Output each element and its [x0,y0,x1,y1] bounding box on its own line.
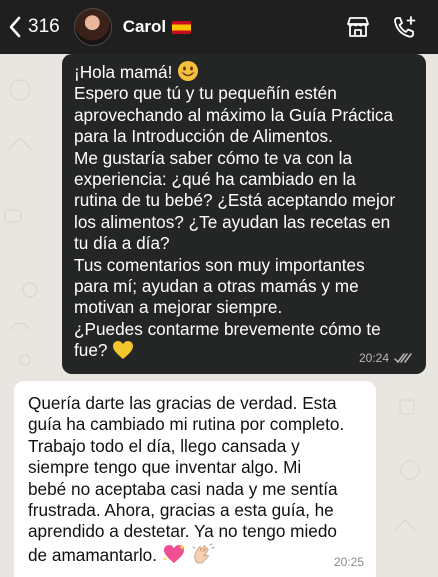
message-line: bebé no aceptaba casi nada y me sentía [28,478,338,499]
message-line: los alimentos? ¿Te ayudan las recetas en [74,211,391,232]
message-line: tu día a día? [74,233,170,254]
add-call-icon[interactable] [392,15,418,39]
store-icon[interactable] [346,16,370,38]
message-line: aprendido a destetar. Ya no tengo miedo [28,521,337,542]
smiling-face-emoji-icon [178,61,199,81]
chevron-left-icon [9,16,21,38]
contact-name[interactable]: Carol [123,17,166,37]
contact-avatar[interactable] [73,8,112,46]
message-line: Quería darte las gracias de verdad. Esta [28,393,337,413]
unread-count: 316 [28,16,60,37]
message-line: motivan a mejorar siempre. [74,297,283,318]
sent-message-bubble[interactable]: ¡Hola mamá! Espero que tú y tu pequeñín … [62,54,426,374]
message-line-text: fue? [74,340,108,361]
spain-flag-icon [172,20,192,34]
message-line: aprovechando al máximo la Guía Práctica [74,104,394,125]
message-line: experiencia: ¿qué ha cambiado en la [74,169,356,190]
message-line: Me gustaría saber cómo te va con la [74,147,353,168]
message-line: frustrada. Ahora, gracias a esta guía, h… [28,500,334,521]
message-time: 20:24 [358,350,389,365]
message-line: de amamantarlo. [28,543,364,566]
received-message-bubble[interactable]: Quería darte las gracias de verdad. Esta… [14,381,376,577]
sent-message-meta: 20:24 [359,348,412,369]
message-line: siempre tengo que inventar algo. Mi [28,457,302,478]
sparkling-heart-emoji-icon [162,543,185,563]
back-button[interactable]: 316 [8,16,60,38]
message-line: Tus comentarios son muy importantes [74,254,365,275]
message-line-text: ¡Hola mamá! [74,62,173,82]
message-line: ¡Hola mamá! [74,60,416,83]
message-line: para mí; ayudan a otras mamás y me [74,276,359,297]
message-line: guía ha cambiado mi rutina por completo. [28,414,345,435]
message-line: rutina de tu bebé? ¿Está aceptando mejor [74,190,396,211]
message-line: Espero que tú y tu pequeñín estén [74,83,337,104]
message-line: para la Introducción de Alimentos. [74,126,333,147]
read-double-check-icon [394,353,412,363]
clapping-hands-emoji-icon [191,543,215,564]
received-message-time: 20:25 [333,554,364,569]
message-line: Trabajo todo el día, llego cansada y [28,435,300,456]
chat-header: 316 Carol [0,0,438,54]
yellow-heart-emoji-icon [113,341,134,360]
message-line-text: de amamantarlo. [28,544,157,565]
message-line: ¿Puedes contarme brevemente cómo te [74,318,381,339]
